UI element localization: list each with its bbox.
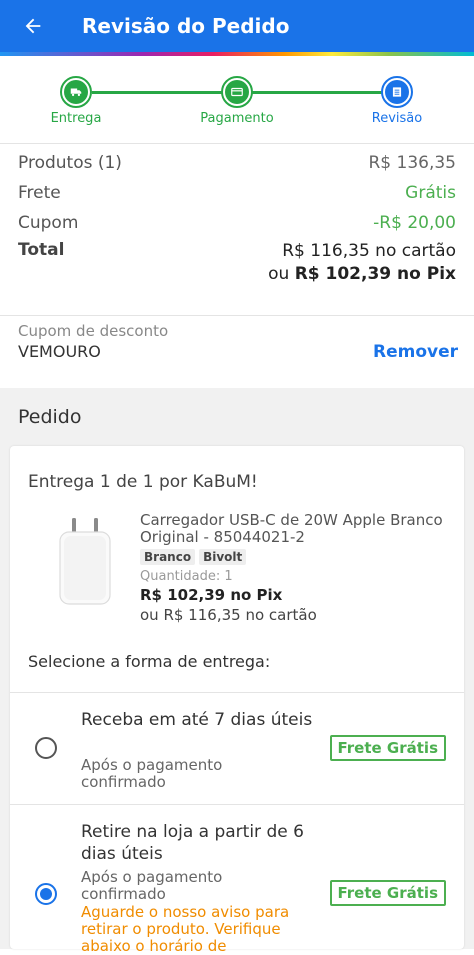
checkout-stepper: Entrega Pagamento Revisão [0,56,474,144]
quantity-value: 1 [224,569,233,584]
coupon-value: -R$ 20,00 [373,213,456,233]
card-icon [225,80,249,104]
order-title: Pedido [18,406,82,428]
quantity-label: Quantidade: [140,569,221,584]
select-delivery-label: Selecione a forma de entrega: [28,652,271,671]
delivery-option-store-title: Retire na loja a partir de 6 dias úteis [81,822,304,864]
shipping-value: Grátis [405,183,456,203]
products-value: R$ 136,35 [368,153,456,173]
delivery-option-store-radio[interactable] [35,883,57,905]
summary-shipping-row: Frete Grátis [18,178,456,208]
step-pagamento[interactable] [221,76,253,108]
app-header: Revisão do Pedido [0,0,474,52]
delivery-title: Entrega 1 de 1 por KaBuM! [28,472,258,492]
delivery-option-store-subtitle: Após o pagamento confirmado [81,868,223,903]
summary-divider [0,315,474,316]
product-tags: Branco Bivolt [140,549,450,565]
delivery-option-home-title: Receba em até 7 dias úteis [81,710,313,730]
step-label-entrega: Entrega [50,111,102,126]
delivery-option-store-badge: Frete Grátis [329,880,446,906]
delivery-option-store[interactable]: Retire na loja a partir de 6 dias úteis … [10,804,464,955]
product-price-card: ou R$ 116,35 no cartão [140,606,317,624]
products-label: Produtos (1) [18,153,122,173]
step-entrega[interactable] [60,76,92,108]
shipping-label: Frete [18,183,61,203]
total-card-price: R$ 116,35 no cartão [282,241,456,261]
remove-coupon-button[interactable]: Remover [373,342,458,362]
step-label-pagamento: Pagamento [200,111,274,126]
total-values: R$ 116,35 no cartão ou R$ 102,39 no Pix [268,240,456,286]
product-tag-voltage: Bivolt [199,549,247,565]
step-revisao[interactable] [381,76,413,108]
product-tag-color: Branco [140,549,196,565]
product-name[interactable]: Carregador USB-C de 20W Apple Branco Ori… [140,512,450,546]
total-pix-prefix: ou [268,264,295,284]
total-label: Total [18,240,65,260]
list-icon [385,80,409,104]
truck-icon [64,80,88,104]
back-arrow-icon[interactable] [18,11,48,41]
total-pix-price: R$ 102,39 no Pix [294,264,456,284]
product-info: Carregador USB-C de 20W Apple Branco Ori… [140,512,450,624]
product-quantity: Quantidade: 1 [140,569,450,584]
delivery-option-home-subtitle: Após o pagamento confirmado [81,756,223,791]
product-price-pix: R$ 102,39 no Pix [140,586,283,604]
delivery-option-store-warning: Aguarde o nosso aviso para retirar o pro… [81,903,290,955]
coupon-section: Cupom de desconto VEMOURO Remover [18,322,458,362]
coupon-label: Cupom [18,213,79,233]
summary-total-row: Total R$ 116,35 no cartão ou R$ 102,39 n… [18,240,456,286]
summary-products-row: Produtos (1) R$ 136,35 [18,148,456,178]
order-summary: Produtos (1) R$ 136,35 Frete Grátis Cupo… [0,148,474,286]
delivery-option-home-radio[interactable] [35,737,57,759]
total-pix-line: ou R$ 102,39 no Pix [268,263,456,286]
delivery-option-home[interactable]: Receba em até 7 dias úteis Após o pagame… [10,692,464,804]
page-title: Revisão do Pedido [82,14,290,38]
coupon-caption: Cupom de desconto [18,322,169,340]
step-label-revisao: Revisão [371,111,423,126]
summary-coupon-row: Cupom -R$ 20,00 [18,208,456,238]
product-image[interactable] [50,514,122,614]
delivery-card: Entrega 1 de 1 por KaBuM! Carregador USB… [10,446,464,955]
delivery-option-home-badge: Frete Grátis [329,735,446,761]
